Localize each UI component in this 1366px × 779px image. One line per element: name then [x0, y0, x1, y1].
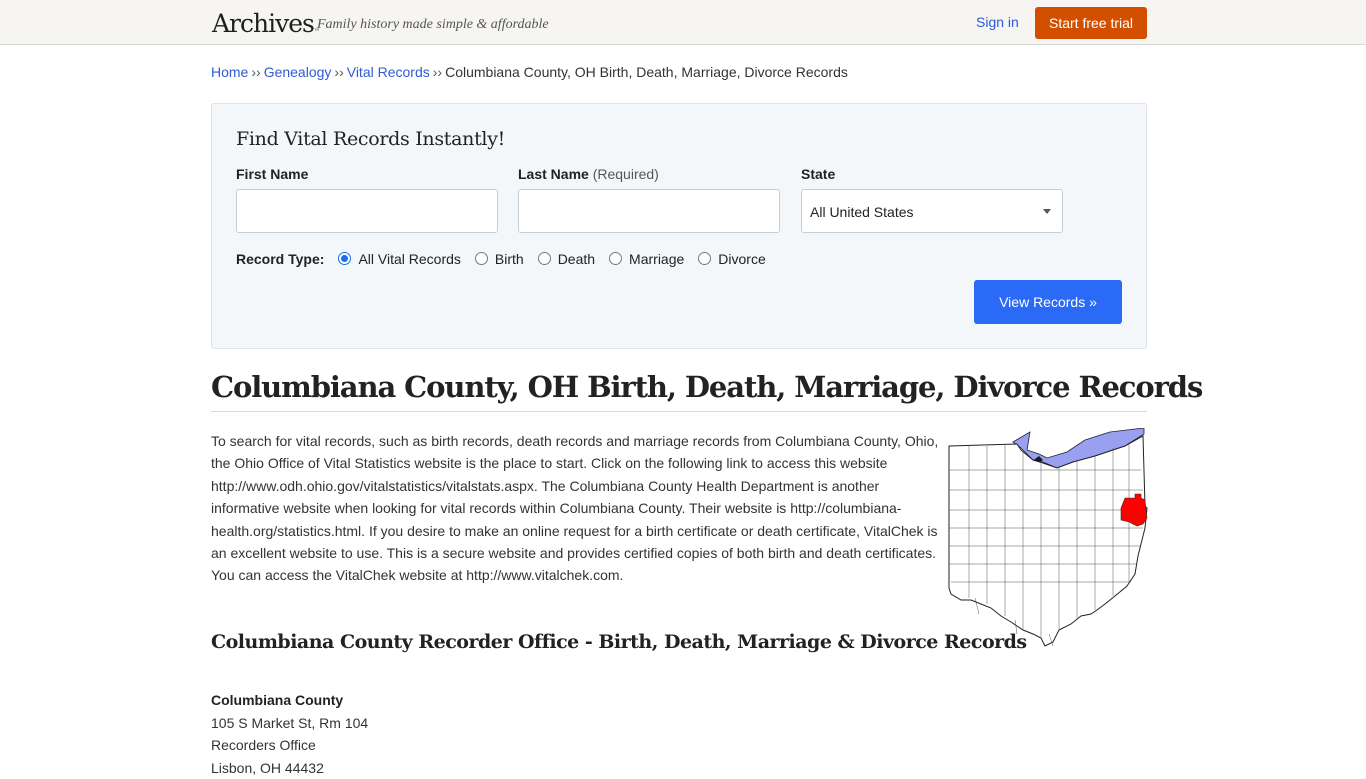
first-name-input[interactable] — [236, 189, 498, 233]
start-free-trial-button[interactable]: Start free trial — [1035, 7, 1147, 39]
last-name-label-text: Last Name — [518, 166, 589, 182]
chevron-down-icon — [1043, 209, 1051, 214]
state-selected-value: All United States — [810, 204, 914, 220]
search-panel: Find Vital Records Instantly! First Name… — [211, 103, 1147, 349]
view-records-button[interactable]: View Records » — [974, 280, 1122, 324]
radio-label: Death — [558, 251, 595, 267]
recorder-office-heading: Columbiana County Recorder Office - Birt… — [211, 630, 1027, 654]
office-address-line: Recorders Office — [211, 734, 368, 757]
breadcrumb-vital-records[interactable]: Vital Records — [347, 64, 430, 80]
radio-marriage[interactable]: Marriage — [609, 251, 684, 267]
radio-label: All Vital Records — [358, 251, 460, 267]
radio-divorce[interactable]: Divorce — [698, 251, 765, 267]
search-panel-title: Find Vital Records Instantly! — [236, 127, 505, 151]
title-divider — [211, 411, 1147, 412]
top-bar: Archives™ Family history made simple & a… — [0, 0, 1366, 45]
breadcrumb-separator: ›› — [334, 64, 343, 80]
breadcrumb-separator: ›› — [251, 64, 260, 80]
breadcrumb-current: Columbiana County, OH Birth, Death, Marr… — [445, 64, 848, 80]
logo-text: Archives — [212, 9, 314, 38]
radio-button[interactable] — [538, 252, 551, 265]
state-select[interactable]: All United States — [801, 189, 1063, 233]
office-address-line: 105 S Market St, Rm 104 — [211, 712, 368, 735]
last-name-input[interactable] — [518, 189, 780, 233]
radio-label: Marriage — [629, 251, 684, 267]
radio-label: Divorce — [718, 251, 765, 267]
last-name-label: Last Name (Required) — [518, 166, 659, 182]
record-type-label: Record Type: — [236, 251, 324, 267]
breadcrumb: Home››Genealogy››Vital Records››Columbia… — [211, 64, 848, 80]
page-title: Columbiana County, OH Birth, Death, Marr… — [211, 368, 1202, 406]
ohio-county-map — [945, 428, 1148, 648]
radio-label: Birth — [495, 251, 524, 267]
radio-button[interactable] — [698, 252, 711, 265]
required-hint: (Required) — [593, 166, 659, 182]
state-label-text: State — [801, 166, 835, 182]
radio-button-checked[interactable] — [338, 252, 351, 265]
columbiana-county-highlight — [1121, 494, 1147, 526]
tagline: Family history made simple & affordable — [317, 17, 549, 33]
breadcrumb-home[interactable]: Home — [211, 64, 248, 80]
radio-all-vital-records[interactable]: All Vital Records — [338, 251, 460, 267]
intro-paragraph: To search for vital records, such as bir… — [211, 430, 941, 587]
record-type-group: Record Type: All Vital Records Birth Dea… — [236, 251, 780, 267]
archives-logo[interactable]: Archives™ — [212, 9, 320, 39]
radio-button[interactable] — [609, 252, 622, 265]
office-name: Columbiana County — [211, 689, 368, 712]
breadcrumb-genealogy[interactable]: Genealogy — [264, 64, 332, 80]
radio-birth[interactable]: Birth — [475, 251, 524, 267]
office-address: Columbiana County 105 S Market St, Rm 10… — [211, 689, 368, 779]
breadcrumb-separator: ›› — [433, 64, 442, 80]
first-name-label: First Name — [236, 166, 308, 182]
first-name-label-text: First Name — [236, 166, 308, 182]
radio-death[interactable]: Death — [538, 251, 595, 267]
state-label: State — [801, 166, 835, 182]
radio-button[interactable] — [475, 252, 488, 265]
ohio-outline — [949, 436, 1147, 646]
sign-in-link[interactable]: Sign in — [976, 14, 1019, 30]
